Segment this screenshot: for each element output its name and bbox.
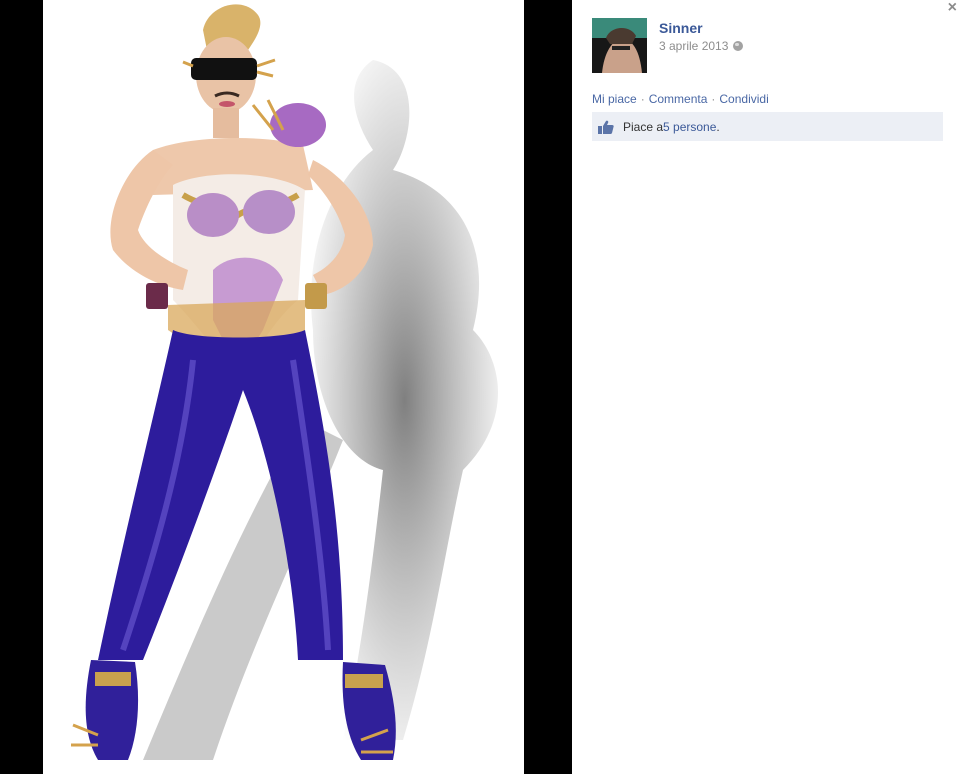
post-actions: Mi piace · Commenta · Condividi — [592, 92, 769, 106]
likes-prefix: Piace a — [623, 119, 664, 134]
like-button[interactable]: Mi piace — [592, 92, 637, 106]
post-meta: 3 aprile 2013 — [659, 39, 744, 53]
avatar-image — [592, 18, 647, 73]
likes-suffix: . — [716, 119, 720, 134]
close-icon[interactable]: × — [948, 0, 957, 16]
likes-count-link[interactable]: 5 persone — [663, 120, 716, 134]
likes-bar: Piace a 5 persone . — [592, 112, 943, 141]
photo[interactable] — [43, 0, 524, 774]
author-name[interactable]: Sinner — [659, 20, 703, 36]
separator: · — [711, 92, 716, 106]
globe-icon[interactable] — [733, 41, 744, 51]
photo-illustration — [71, 4, 498, 760]
thumbs-up-icon — [598, 120, 614, 134]
share-button[interactable]: Condividi — [719, 92, 768, 106]
avatar[interactable] — [592, 18, 647, 73]
photo-viewer-stage — [0, 0, 572, 774]
post-date[interactable]: 3 aprile 2013 — [659, 39, 728, 53]
separator: · — [640, 92, 645, 106]
photo-sidebar: × Sinner 3 aprile 2013 Mi piace · Commenta… — [572, 0, 965, 774]
comment-button[interactable]: Commenta — [649, 92, 708, 106]
